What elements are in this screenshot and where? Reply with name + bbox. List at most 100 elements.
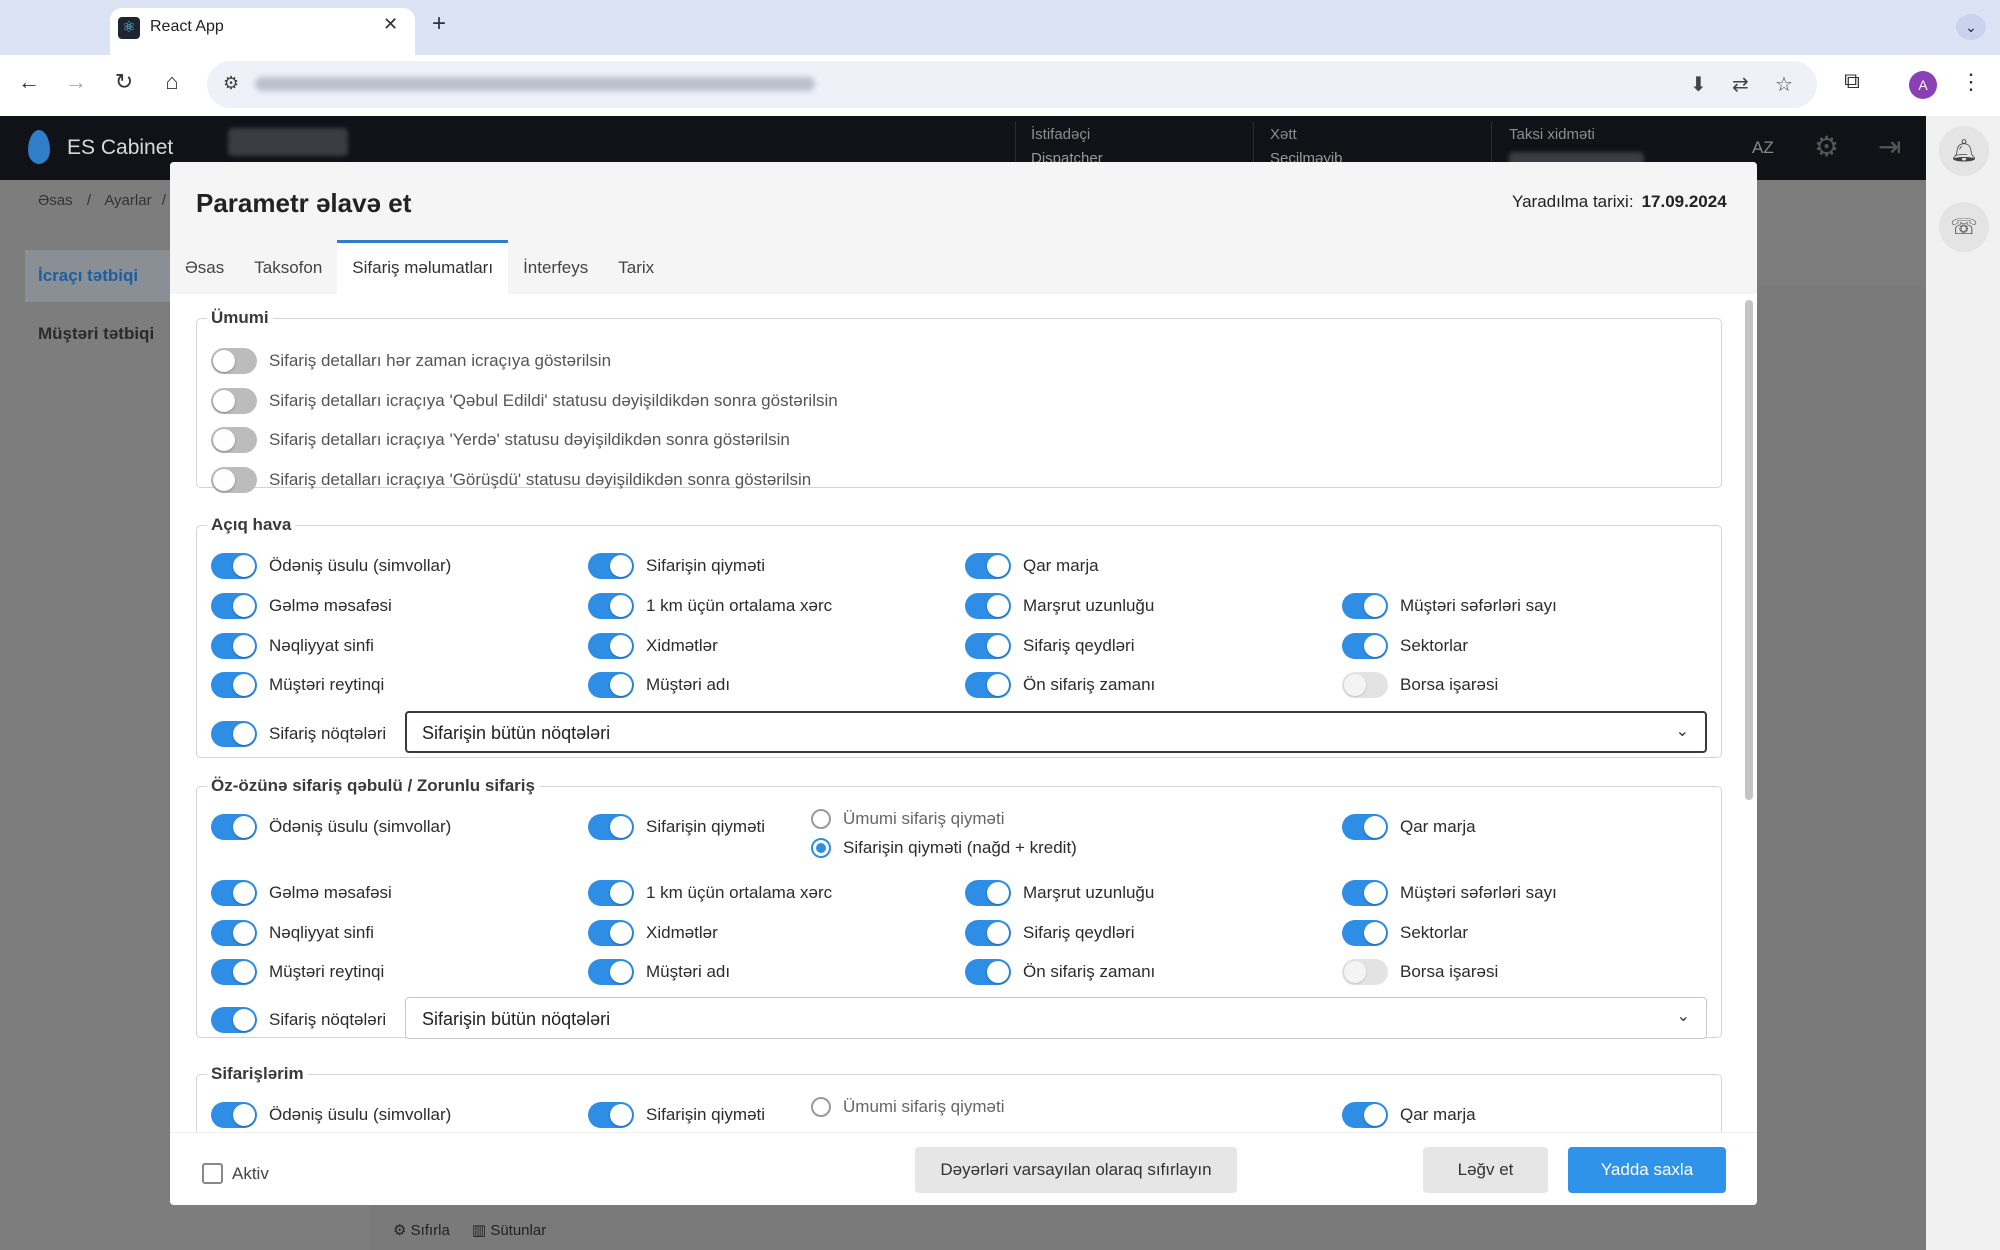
- toggle-switch[interactable]: [211, 814, 257, 840]
- toggle-switch[interactable]: [965, 959, 1011, 985]
- tab-main[interactable]: Əsas: [170, 240, 239, 294]
- back-icon[interactable]: ←: [13, 69, 45, 95]
- toggle-row[interactable]: Sifariş qeydləri: [965, 633, 1135, 659]
- toggle-switch[interactable]: [1342, 814, 1388, 840]
- toggle-switch[interactable]: [965, 593, 1011, 619]
- toggle-row[interactable]: 1 km üçün ortalama xərc: [588, 880, 832, 906]
- toggle-switch[interactable]: [211, 593, 257, 619]
- toggle-switch[interactable]: [965, 880, 1011, 906]
- toggle-switch[interactable]: [211, 1102, 257, 1128]
- toggle-row[interactable]: Müştəri reytinqi: [211, 959, 384, 985]
- toggle-row[interactable]: Sifarişin qiyməti: [588, 814, 765, 840]
- radio-button-selected[interactable]: [811, 838, 831, 858]
- toggle-row[interactable]: 1 km üçün ortalama xərc: [588, 593, 832, 619]
- address-bar[interactable]: ⚙ ⬇ ⇄ ☆: [207, 61, 1817, 108]
- tab-taksofon[interactable]: Taksofon: [239, 240, 337, 294]
- columns-tool[interactable]: ▥ Sütunlar: [472, 1222, 546, 1239]
- toggle-switch[interactable]: [211, 633, 257, 659]
- home-icon[interactable]: ⌂: [156, 69, 188, 95]
- toggle-switch[interactable]: [1342, 593, 1388, 619]
- toggle-row[interactable]: Ön sifariş zamanı: [965, 959, 1155, 985]
- toggle-row[interactable]: Sifariş qeydləri: [965, 920, 1135, 946]
- toggle-switch[interactable]: [588, 672, 634, 698]
- sidebar-item-executor-app[interactable]: İcraçı tətbiqi: [25, 250, 170, 302]
- price-radio-option[interactable]: Ümumi sifariş qiyməti: [811, 809, 1005, 829]
- bookmark-star-icon[interactable]: ☆: [1775, 72, 1793, 97]
- toggle-row[interactable]: Gəlmə məsafəsi: [211, 593, 392, 619]
- toggle-row[interactable]: Qar marja: [1342, 814, 1476, 840]
- extensions-icon[interactable]: ⧉: [1836, 68, 1868, 94]
- toggle-row[interactable]: Sektorlar: [1342, 920, 1468, 946]
- toggle-switch[interactable]: [588, 633, 634, 659]
- active-checkbox[interactable]: [202, 1163, 223, 1184]
- toggle-row[interactable]: Marşrut uzunluğu: [965, 593, 1154, 619]
- browser-menu-icon[interactable]: ⋮: [1955, 69, 1987, 95]
- toggle-row[interactable]: Gəlmə məsafəsi: [211, 880, 392, 906]
- toggle-switch[interactable]: [965, 920, 1011, 946]
- general-toggle-row[interactable]: Sifariş detalları icraçıya 'Yerdə' statu…: [211, 427, 790, 453]
- cancel-button[interactable]: Ləğv et: [1423, 1147, 1548, 1193]
- phone-call-icon[interactable]: ☏: [1939, 202, 1989, 252]
- toggle-switch[interactable]: [211, 427, 257, 453]
- toggle-switch[interactable]: [211, 553, 257, 579]
- close-tab-icon[interactable]: ✕: [383, 14, 398, 35]
- toggle-row[interactable]: Nəqliyyat sinfi: [211, 920, 374, 946]
- toggle-switch[interactable]: [588, 959, 634, 985]
- toggle-switch[interactable]: [211, 348, 257, 374]
- radio-button[interactable]: [811, 1097, 831, 1117]
- toggle-switch[interactable]: [588, 1102, 634, 1128]
- toggle-switch[interactable]: [211, 880, 257, 906]
- profile-avatar[interactable]: A: [1909, 71, 1937, 99]
- toggle-row[interactable]: Marşrut uzunluğu: [965, 880, 1154, 906]
- toggle-switch[interactable]: [1342, 633, 1388, 659]
- breadcrumb-settings[interactable]: Ayarlar: [104, 192, 151, 209]
- toggle-row[interactable]: Müştəri səfərləri sayı: [1342, 880, 1557, 906]
- tab-interface[interactable]: İnterfeys: [508, 240, 603, 294]
- toggle-row[interactable]: Borsa işarəsi: [1342, 959, 1498, 985]
- general-toggle-row[interactable]: Sifariş detalları icraçıya 'Görüşdü' sta…: [211, 467, 811, 493]
- toggle-switch[interactable]: [588, 593, 634, 619]
- toggle-switch[interactable]: [588, 880, 634, 906]
- toggle-row[interactable]: Sifarişin qiyməti: [588, 1102, 765, 1128]
- tab-history[interactable]: Tarix: [603, 240, 669, 294]
- toggle-switch[interactable]: [1342, 880, 1388, 906]
- toggle-row[interactable]: Nəqliyyat sinfi: [211, 633, 374, 659]
- general-toggle-row[interactable]: Sifariş detalları icraçıya 'Qəbul Edildi…: [211, 388, 838, 414]
- radio-button[interactable]: [811, 809, 831, 829]
- toggle-row[interactable]: Xidmətlər: [588, 633, 718, 659]
- toggle-row[interactable]: Ön sifariş zamanı: [965, 672, 1155, 698]
- breadcrumb-home[interactable]: Əsas: [38, 192, 73, 209]
- price-radio-option[interactable]: Sifarişin qiyməti (nağd + kredit): [811, 838, 1077, 858]
- toggle-row[interactable]: Borsa işarəsi: [1342, 672, 1498, 698]
- scrollbar[interactable]: [1745, 300, 1753, 1130]
- toggle-switch[interactable]: [588, 814, 634, 840]
- toggle-switch[interactable]: [211, 721, 257, 747]
- toggle-switch[interactable]: [211, 467, 257, 493]
- toggle-row[interactable]: Qar marja: [965, 553, 1099, 579]
- sidebar-item-customer-app[interactable]: Müştəri tətbiqi: [25, 308, 170, 360]
- toggle-row[interactable]: Ödəniş üsulu (simvollar): [211, 814, 451, 840]
- toggle-row[interactable]: Sifariş nöqtələri: [211, 1007, 386, 1033]
- toggle-switch[interactable]: [211, 920, 257, 946]
- scrollbar-thumb[interactable]: [1745, 300, 1753, 800]
- toggle-switch[interactable]: [1342, 920, 1388, 946]
- settings-gear-icon[interactable]: ⚙: [1814, 130, 1839, 163]
- new-tab-button[interactable]: +: [432, 10, 446, 38]
- toggle-switch[interactable]: [965, 553, 1011, 579]
- install-app-icon[interactable]: ⬇: [1690, 72, 1707, 97]
- toggle-row[interactable]: Sektorlar: [1342, 633, 1468, 659]
- general-toggle-row[interactable]: Sifariş detalları hər zaman icraçıya gös…: [211, 348, 611, 374]
- notification-bell-icon[interactable]: 🔔︎: [1939, 126, 1989, 176]
- toggle-row[interactable]: Xidmətlər: [588, 920, 718, 946]
- toggle-switch[interactable]: [588, 920, 634, 946]
- toggle-row[interactable]: Müştəri səfərləri sayı: [1342, 593, 1557, 619]
- save-button[interactable]: Yadda saxla: [1568, 1147, 1726, 1193]
- toggle-row[interactable]: Müştəri adı: [588, 672, 730, 698]
- toggle-row[interactable]: Ödəniş üsulu (simvollar): [211, 1102, 451, 1128]
- forward-icon[interactable]: →: [60, 69, 92, 95]
- tab-order-info[interactable]: Sifariş məlumatları: [337, 240, 509, 294]
- toggle-row[interactable]: Qar marja: [1342, 1102, 1476, 1128]
- price-radio-option[interactable]: Ümumi sifariş qiyməti: [811, 1097, 1005, 1117]
- toggle-row[interactable]: Sifarişin qiyməti: [588, 553, 765, 579]
- site-info-icon[interactable]: ⚙: [223, 73, 239, 94]
